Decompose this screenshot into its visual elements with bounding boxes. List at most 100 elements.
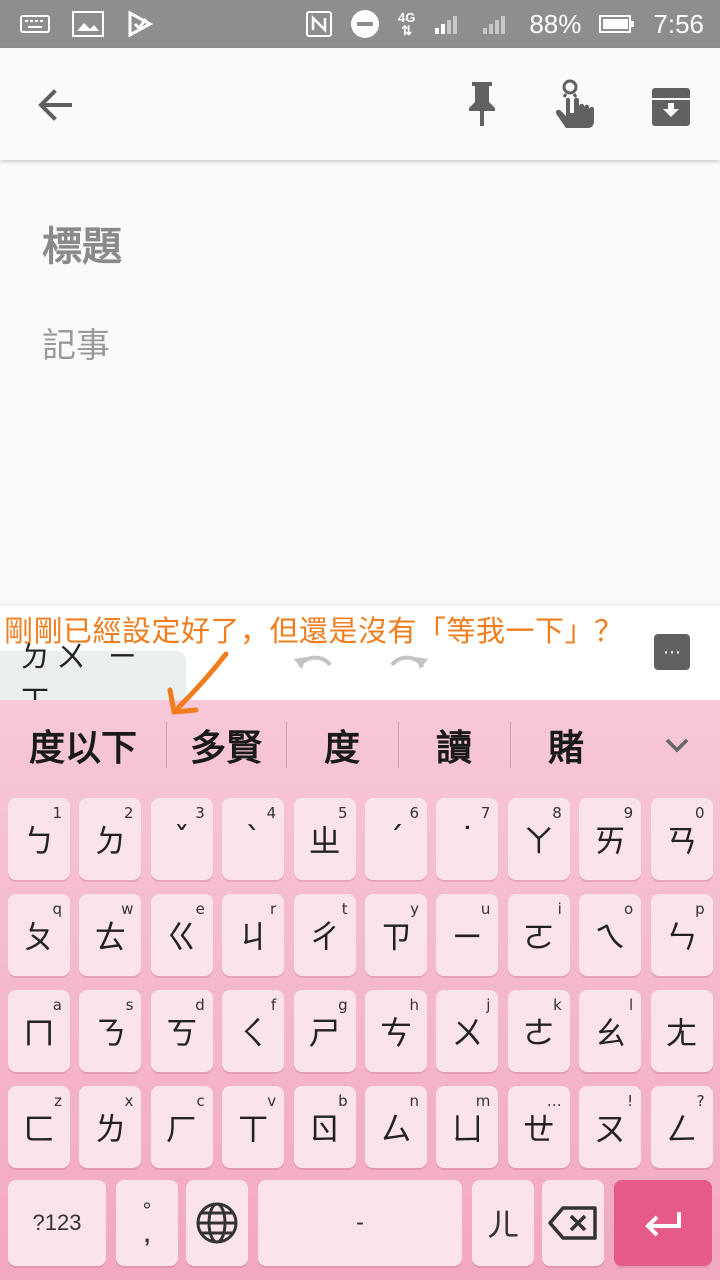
key-1-4[interactable]: ㄔt: [293, 894, 356, 976]
key-label: ㄒ: [237, 1110, 270, 1148]
key-0-8[interactable]: ㄞ9: [579, 798, 642, 880]
globe-key[interactable]: [186, 1180, 248, 1266]
key-label: ㄓ: [308, 822, 341, 860]
key-3-1[interactable]: ㄌx: [79, 1086, 142, 1168]
image-icon: [72, 11, 104, 37]
key-3-9[interactable]: ㄥ?: [650, 1086, 713, 1168]
nfc-icon: [306, 11, 332, 37]
key-1-1[interactable]: ㄊw: [79, 894, 142, 976]
key-0-1[interactable]: ㄉ2: [79, 798, 142, 880]
key-3-4[interactable]: ㄖb: [293, 1086, 356, 1168]
key-hint: k: [553, 996, 562, 1014]
key-label: ㄊ: [94, 918, 127, 956]
key-0-4[interactable]: ㄓ5: [293, 798, 356, 880]
key-0-9[interactable]: ㄢ0: [650, 798, 713, 880]
key-2-7[interactable]: ㄜk: [507, 990, 570, 1072]
key-label: ㄘ: [379, 1014, 412, 1052]
clock: 7:56: [653, 8, 704, 39]
key-1-7[interactable]: ㄛi: [507, 894, 570, 976]
reminder-hand-icon[interactable]: [548, 78, 602, 134]
key-2-2[interactable]: ㄎd: [150, 990, 213, 1072]
key-2-8[interactable]: ㄠl: [579, 990, 642, 1072]
key-hint: p: [695, 900, 705, 918]
key-label: ˊ: [388, 820, 404, 858]
archive-icon[interactable]: [646, 82, 696, 132]
key-3-7[interactable]: ㄝ…: [507, 1086, 570, 1168]
key-2-3[interactable]: ㄑf: [222, 990, 285, 1072]
key-1-9[interactable]: ㄣp: [650, 894, 713, 976]
er-key[interactable]: ㄦ: [472, 1180, 534, 1266]
key-hint: 6: [409, 804, 419, 822]
key-0-2[interactable]: ˇ3: [150, 798, 213, 880]
key-hint: l: [629, 996, 634, 1014]
key-1-5[interactable]: ㄗy: [365, 894, 427, 976]
key-2-6[interactable]: ㄨj: [436, 990, 499, 1072]
key-hint: b: [338, 1092, 348, 1110]
key-2-0[interactable]: ㄇa: [8, 990, 70, 1072]
key-2-1[interactable]: ㄋs: [79, 990, 142, 1072]
note-body-field[interactable]: 記事: [42, 318, 110, 367]
symbols-key[interactable]: ?123: [8, 1180, 106, 1266]
key-3-3[interactable]: ㄒv: [222, 1086, 285, 1168]
key-3-6[interactable]: ㄩm: [436, 1086, 499, 1168]
key-0-7[interactable]: ㄚ8: [507, 798, 570, 880]
candidate-bar: 度以下 多賢度讀賭: [0, 700, 720, 790]
globe-icon: [196, 1202, 238, 1244]
chevron-down-icon[interactable]: [662, 730, 692, 760]
do-not-disturb-icon: [350, 9, 380, 39]
key-2-4[interactable]: ㄕg: [293, 990, 356, 1072]
key-2-5[interactable]: ㄘh: [365, 990, 427, 1072]
key-hint: m: [475, 1092, 491, 1110]
key-hint: w: [121, 900, 134, 918]
key-3-8[interactable]: ㄡ!: [579, 1086, 642, 1168]
key-hint: c: [196, 1092, 205, 1110]
candidate-4[interactable]: 賭: [510, 700, 622, 790]
4g-icon: 4G ⇅: [398, 10, 416, 38]
note-title-field[interactable]: 標題: [42, 214, 122, 272]
key-hint: u: [480, 900, 491, 918]
punctuation-key[interactable]: ° ,: [116, 1180, 178, 1266]
candidate-2[interactable]: 度: [286, 700, 398, 790]
key-hint: j: [486, 996, 491, 1014]
key-label: ㄆ: [22, 918, 55, 956]
key-0-5[interactable]: ˊ6: [365, 798, 427, 880]
key-1-0[interactable]: ㄆq: [8, 894, 70, 976]
key-label: ㄛ: [522, 918, 555, 956]
key-3-2[interactable]: ㄏc: [150, 1086, 213, 1168]
key-label: ㄗ: [379, 918, 412, 956]
space-key[interactable]: -: [258, 1180, 462, 1266]
key-1-2[interactable]: ㄍe: [150, 894, 213, 976]
key-label: ㄝ: [522, 1110, 555, 1148]
pin-icon[interactable]: [458, 78, 506, 130]
backspace-icon: [548, 1206, 597, 1240]
key-2-9[interactable]: ㄤ: [650, 990, 713, 1072]
key-3-5[interactable]: ㄙn: [365, 1086, 427, 1168]
key-label: ㄨ: [451, 1014, 484, 1052]
key-1-3[interactable]: ㄐr: [222, 894, 285, 976]
candidate-0[interactable]: 度以下: [0, 700, 166, 790]
key-0-6[interactable]: ˙ 7: [436, 798, 499, 880]
status-bar: 4G ⇅ 88% 7:56: [0, 0, 720, 48]
key-label: ㄢ: [665, 822, 698, 860]
key-label: ㄤ: [665, 1014, 698, 1052]
key-hint: 1: [52, 804, 62, 822]
punctuation-top-label: °: [142, 1198, 152, 1223]
key-1-8[interactable]: ㄟo: [579, 894, 642, 976]
key-0-0[interactable]: ㄅ1: [8, 798, 70, 880]
enter-icon: [645, 1212, 681, 1237]
key-hint: t: [341, 900, 348, 918]
key-hint: v: [267, 1092, 277, 1110]
key-hint: d: [195, 996, 205, 1014]
candidate-3[interactable]: 讀: [398, 700, 510, 790]
key-0-3[interactable]: ˋ4: [222, 798, 285, 880]
more-options-button[interactable]: ⋯: [654, 634, 690, 670]
key-hint: 0: [695, 804, 705, 822]
key-hint: x: [124, 1092, 134, 1110]
enter-key[interactable]: [614, 1180, 712, 1266]
backspace-key[interactable]: [542, 1180, 604, 1266]
key-1-6[interactable]: ㄧu: [436, 894, 499, 976]
composing-text: ㄉㄨ ㄧ ㄒ: [0, 640, 186, 719]
back-arrow-icon[interactable]: [30, 80, 80, 130]
key-label: ㄧ: [451, 918, 484, 956]
key-3-0[interactable]: ㄈz: [8, 1086, 70, 1168]
